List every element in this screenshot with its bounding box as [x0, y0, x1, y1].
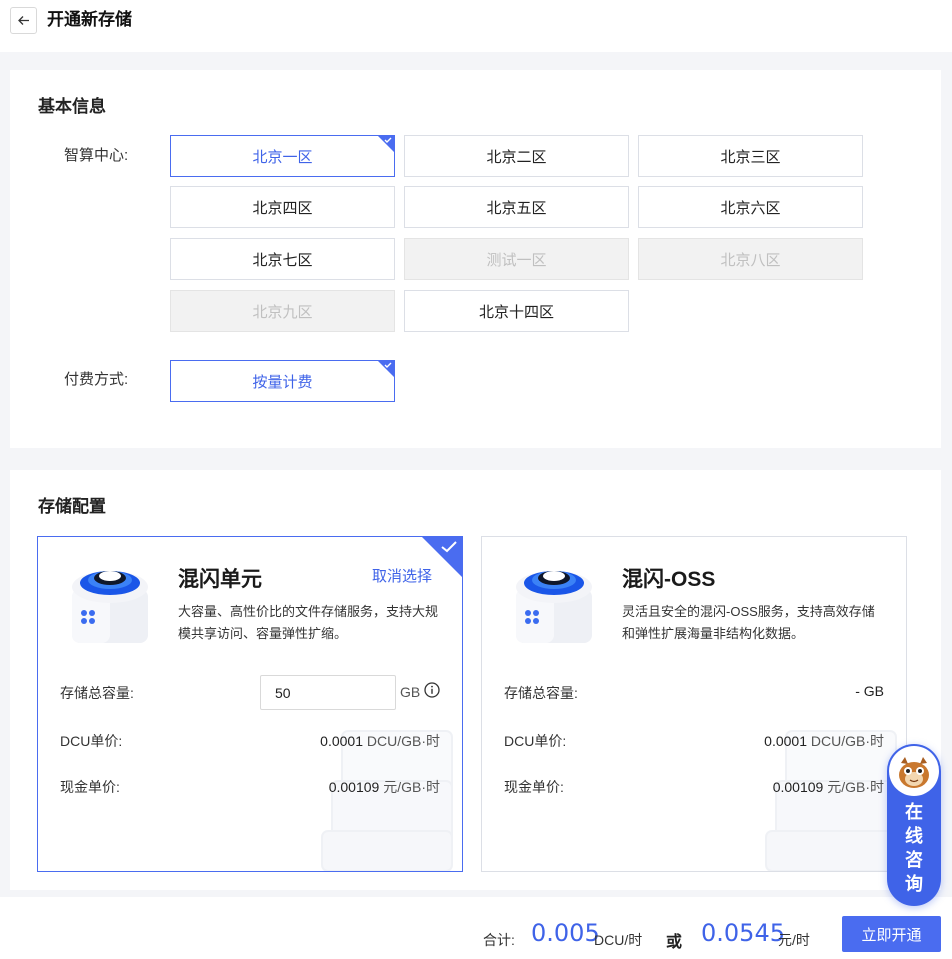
- dcu-price-unit: DCU/GB·时: [366, 733, 440, 749]
- center-option[interactable]: 北京五区: [404, 186, 629, 228]
- consult-label-text: 在线咨询: [905, 802, 923, 894]
- cash-total: 0.0545: [701, 919, 785, 947]
- check-icon: [384, 137, 392, 143]
- capacity-unit: GB: [400, 684, 421, 700]
- page-title: 开通新存储: [47, 10, 132, 29]
- center-option[interactable]: 北京三区: [638, 135, 863, 177]
- dcu-price-label: DCU单价:: [504, 733, 567, 749]
- center-option-label: 北京二区: [486, 148, 547, 166]
- center-option-label: 北京五区: [486, 199, 547, 217]
- center-label: 智算中心:: [64, 147, 129, 164]
- center-option-disabled: 测试一区: [404, 238, 629, 280]
- dcu-total: 0.005: [531, 919, 600, 947]
- footer-bar: 合计: 0.005 DCU/时 或 0.0545 元/时 立即开通: [0, 897, 952, 959]
- capacity-label: 存储总容量:: [504, 685, 578, 701]
- storage-device-icon: [516, 571, 592, 643]
- center-option-label: 北京一区: [252, 148, 313, 166]
- center-option-label: 北京七区: [252, 251, 313, 269]
- center-option-disabled: 北京八区: [638, 238, 863, 280]
- center-option-label: 北京九区: [252, 303, 313, 321]
- arrow-left-icon: [18, 16, 29, 25]
- mascot-avatar: [889, 746, 939, 796]
- storage-device-icon: [72, 571, 148, 643]
- billing-option-label: 按量计费: [252, 373, 313, 391]
- center-option[interactable]: 北京四区: [170, 186, 395, 228]
- center-option[interactable]: 北京六区: [638, 186, 863, 228]
- center-option-label: 北京三区: [720, 148, 781, 166]
- card-description: 灵活且安全的混闪-OSS服务，支持高效存储和弹性扩展海量非结构化数据。: [622, 604, 875, 641]
- online-consult-button[interactable]: 在线咨询: [887, 744, 941, 906]
- check-icon: [384, 362, 392, 368]
- center-option-label: 北京八区: [720, 251, 781, 269]
- dcu-price-number: 0.0001: [320, 733, 363, 749]
- center-option-label: 测试一区: [486, 251, 547, 269]
- cash-price-value: 0.00109 元/GB·时: [329, 777, 440, 797]
- dcu-price-label: DCU单价:: [60, 733, 123, 749]
- dcu-price-unit: DCU/GB·时: [810, 733, 884, 749]
- card-description: 大容量、高性价比的文件存储服务，支持大规模共享访问、容量弹性扩缩。: [178, 604, 439, 641]
- center-option[interactable]: 北京二区: [404, 135, 629, 177]
- storage-card-hybrid-unit[interactable]: 混闪单元 取消选择 大容量、高性价比的文件存储服务，支持大规模共享访问、容量弹性…: [37, 536, 463, 872]
- consult-label: 在线咨询: [887, 800, 941, 896]
- cash-price-label: 现金单价:: [60, 779, 120, 795]
- cash-price-value: 0.00109 元/GB·时: [773, 777, 884, 797]
- cash-price-unit: 元/GB·时: [383, 779, 440, 795]
- storage-card-hybrid-oss[interactable]: 混闪-OSS 灵活且安全的混闪-OSS服务，支持高效存储和弹性扩展海量非结构化数…: [481, 536, 907, 872]
- billing-label: 付费方式:: [64, 371, 129, 388]
- cash-total-unit: 元/时: [778, 932, 810, 948]
- dcu-price-value: 0.0001 DCU/GB·时: [320, 731, 440, 751]
- center-option-disabled: 北京九区: [170, 290, 395, 332]
- dcu-price-value: 0.0001 DCU/GB·时: [764, 731, 884, 751]
- section-title-storage: 存储配置: [38, 497, 106, 516]
- mascot-icon: [899, 757, 929, 788]
- capacity-input[interactable]: [260, 675, 396, 710]
- submit-button[interactable]: 立即开通: [842, 916, 941, 952]
- card-title: 混闪单元: [178, 568, 262, 591]
- center-option-label: 北京四区: [252, 199, 313, 217]
- section-title-basic: 基本信息: [38, 97, 106, 116]
- capacity-value: - GB: [855, 683, 884, 699]
- cash-price-number: 0.00109: [772, 779, 824, 795]
- cash-price-number: 0.00109: [328, 779, 380, 795]
- center-option[interactable]: 北京七区: [170, 238, 395, 280]
- capacity-label: 存储总容量:: [60, 685, 134, 701]
- or-label: 或: [666, 934, 683, 951]
- check-icon: [441, 541, 457, 553]
- card-title: 混闪-OSS: [622, 568, 716, 591]
- dcu-total-unit: DCU/时: [594, 932, 643, 948]
- cash-price-label: 现金单价:: [504, 779, 564, 795]
- storage-config-panel: 存储配置 混闪单元 取消选择 大容量、高性价比的文件存储服务，支持大规模共享访问…: [10, 470, 941, 890]
- info-icon[interactable]: [424, 682, 440, 698]
- cash-price-unit: 元/GB·时: [827, 779, 884, 795]
- cancel-selection-link[interactable]: 取消选择: [372, 565, 432, 586]
- center-option[interactable]: 北京十四区: [404, 290, 629, 332]
- dcu-price-number: 0.0001: [764, 733, 807, 749]
- center-option-label: 北京十四区: [478, 303, 554, 321]
- back-button[interactable]: [10, 7, 37, 34]
- billing-option[interactable]: 按量计费: [170, 360, 395, 402]
- top-bar: 开通新存储: [0, 0, 952, 52]
- center-option[interactable]: 北京一区: [170, 135, 395, 177]
- center-option-label: 北京六区: [720, 199, 781, 217]
- total-label: 合计:: [483, 932, 515, 948]
- basic-info-panel: 基本信息 智算中心: 北京一区 北京二区 北京三区 北京四区 北京五区 北京六区…: [10, 70, 941, 448]
